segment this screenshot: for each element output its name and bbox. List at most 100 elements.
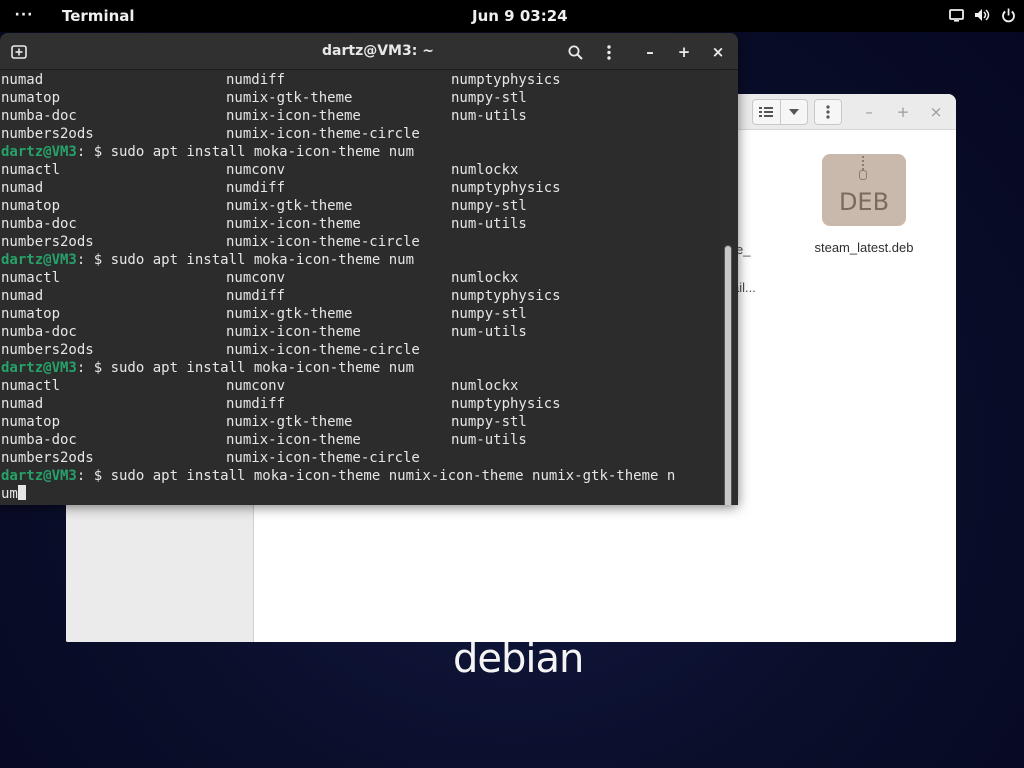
prompt-line: dartz@VM3: $ sudo apt install moka-icon-… <box>1 251 414 269</box>
completion-candidate: numdiff <box>226 180 286 196</box>
terminal-scrollbar[interactable] <box>724 245 732 505</box>
completion-candidate: numlockx <box>451 162 519 178</box>
terminal-line: numatop numix-gtk-theme numpy-stl <box>1 89 721 107</box>
completion-candidate: numix-icon-theme-circle <box>226 126 420 142</box>
volume-icon[interactable] <box>974 6 990 24</box>
completion-candidate: numbers2ods <box>1 234 94 250</box>
completion-candidate: numix-gtk-theme <box>226 198 353 214</box>
list-view-icon[interactable] <box>753 100 780 124</box>
close-icon[interactable]: × <box>707 41 729 63</box>
completion-candidate: numix-icon-theme <box>226 216 361 232</box>
completion-candidate: numix-gtk-theme <box>226 414 353 430</box>
chevron-down-icon[interactable] <box>779 100 807 124</box>
completion-candidate: numix-gtk-theme <box>226 90 353 106</box>
maximize-icon[interactable]: + <box>895 103 911 121</box>
file-item-deb[interactable]: DEB steam_latest.deb <box>808 154 920 255</box>
completion-candidate: numbers2ods <box>1 450 94 466</box>
completion-candidate: numbers2ods <box>1 126 94 142</box>
power-icon[interactable] <box>1000 6 1016 24</box>
completion-candidate: numactl <box>1 378 61 394</box>
terminal-line: numatop numix-gtk-theme numpy-stl <box>1 305 721 323</box>
app-menu-label[interactable]: Terminal <box>62 7 135 25</box>
terminal-line: numad numdiff numptyphysics <box>1 395 721 413</box>
terminal-output[interactable]: numad numdiff numptyphysics numatop numix-gt… <box>0 70 722 505</box>
debian-logo: debian <box>453 636 584 682</box>
completion-candidate: numconv <box>226 378 286 394</box>
completion-candidate: numdiff <box>226 396 286 412</box>
completion-candidate: numlockx <box>451 378 519 394</box>
prompt-line: dartz@VM3: $ sudo apt install moka-icon-… <box>1 359 414 377</box>
completion-candidate: numpy-stl <box>451 90 527 106</box>
terminal-title: dartz@VM3: ~ <box>322 43 434 59</box>
terminal-line: numatop numix-gtk-theme numpy-stl <box>1 413 721 431</box>
command-text: : $ sudo apt install moka-icon-theme num… <box>76 468 676 484</box>
completion-candidate: numlockx <box>451 270 519 286</box>
prompt-line: dartz@VM3: $ sudo apt install moka-icon-… <box>1 143 414 161</box>
file-name: steam_latest.deb <box>814 240 914 255</box>
terminal-line: numba-doc numix-icon-theme num-utils <box>1 431 721 449</box>
completion-candidate: numix-gtk-theme <box>226 306 353 322</box>
completion-candidate: numptyphysics <box>451 72 561 88</box>
kebab-menu-icon[interactable] <box>598 41 620 63</box>
completion-candidate: numatop <box>1 306 61 322</box>
terminal-line: numactl numconv numlockx <box>1 161 721 179</box>
completion-candidate: numdiff <box>226 72 286 88</box>
completion-candidate: numbers2ods <box>1 342 94 358</box>
terminal-line: numbers2ods numix-icon-theme-circle <box>1 341 721 359</box>
system-tray[interactable] <box>948 6 1016 24</box>
completion-candidate: numactl <box>1 162 61 178</box>
completion-candidate: numba-doc <box>1 108 77 124</box>
prompt-line: dartz@VM3: $ sudo apt install moka-icon-… <box>1 467 675 485</box>
completion-candidate: numba-doc <box>1 324 77 340</box>
command-text: : $ sudo apt install moka-icon-theme num <box>76 360 415 376</box>
completion-candidate: num-utils <box>451 324 527 340</box>
command-text: : $ sudo apt install moka-icon-theme num <box>76 144 415 160</box>
completion-candidate: numptyphysics <box>451 288 561 304</box>
completion-candidate: numconv <box>226 270 286 286</box>
minimize-icon[interactable]: – <box>861 103 877 121</box>
terminal-window[interactable]: dartz@VM3: ~ – + × numad numdiff numptyphy… <box>0 33 738 505</box>
completion-candidate: numpy-stl <box>451 306 527 322</box>
view-options[interactable] <box>752 99 808 125</box>
completion-candidate: numix-icon-theme-circle <box>226 234 420 250</box>
completion-candidate: num-utils <box>451 432 527 448</box>
completion-candidate: numad <box>1 288 44 304</box>
prompt-user: dartz@VM3 <box>1 468 77 484</box>
screen-icon[interactable] <box>948 6 964 24</box>
terminal-line: numbers2ods numix-icon-theme-circle <box>1 233 721 251</box>
search-icon[interactable] <box>564 41 586 63</box>
completion-candidate: numix-icon-theme <box>226 324 361 340</box>
terminal-line: numbers2ods numix-icon-theme-circle <box>1 449 721 467</box>
prompt-user: dartz@VM3 <box>1 360 77 376</box>
completion-candidate: numdiff <box>226 288 286 304</box>
terminal-line: numbers2ods numix-icon-theme-circle <box>1 125 721 143</box>
command-text: um <box>1 486 18 502</box>
command-text: : $ sudo apt install moka-icon-theme num <box>76 252 415 268</box>
activities-button[interactable]: ··· <box>10 4 38 26</box>
terminal-line: numad numdiff numptyphysics <box>1 287 721 305</box>
terminal-line: numba-doc numix-icon-theme num-utils <box>1 215 721 233</box>
completion-candidate: numix-icon-theme-circle <box>226 342 420 358</box>
terminal-line: numad numdiff numptyphysics <box>1 179 721 197</box>
terminal-line: numba-doc numix-icon-theme num-utils <box>1 323 721 341</box>
maximize-icon[interactable]: + <box>673 41 695 63</box>
completion-candidate: num-utils <box>451 216 527 232</box>
completion-candidate: numptyphysics <box>451 180 561 196</box>
clock[interactable]: Jun 9 03:24 <box>472 7 568 25</box>
terminal-line: numactl numconv numlockx <box>1 269 721 287</box>
terminal-line: numatop numix-gtk-theme numpy-stl <box>1 197 721 215</box>
close-icon[interactable]: × <box>928 103 944 121</box>
completion-candidate: numactl <box>1 270 61 286</box>
completion-candidate: numix-icon-theme-circle <box>226 450 420 466</box>
completion-candidate: numad <box>1 180 44 196</box>
deb-package-icon: DEB <box>822 154 906 226</box>
completion-candidate: numix-icon-theme <box>226 432 361 448</box>
kebab-menu-icon[interactable] <box>814 99 842 125</box>
completion-candidate: numatop <box>1 90 61 106</box>
completion-candidate: numad <box>1 72 44 88</box>
completion-candidate: numpy-stl <box>451 198 527 214</box>
minimize-icon[interactable]: – <box>639 41 661 63</box>
new-tab-icon[interactable] <box>8 41 30 63</box>
completion-candidate: numpy-stl <box>451 414 527 430</box>
completion-candidate: numatop <box>1 198 61 214</box>
